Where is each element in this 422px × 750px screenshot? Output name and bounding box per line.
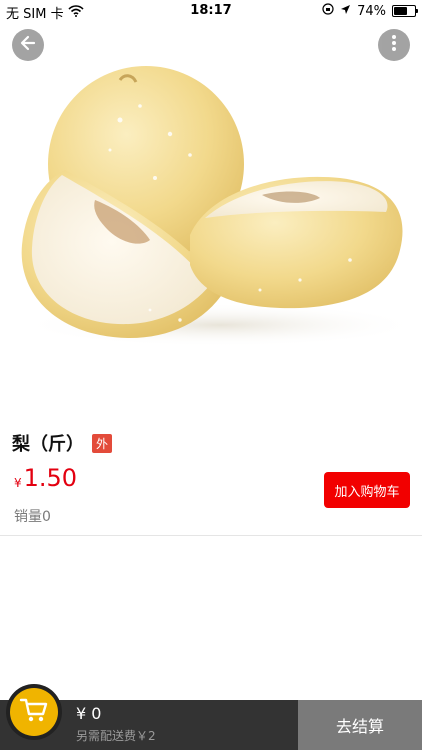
product-title-row: 梨（斤） 外 <box>12 430 113 456</box>
sales-count: 销量0 <box>14 509 51 525</box>
orientation-lock-icon <box>322 3 334 19</box>
add-to-cart-button[interactable]: 加入购物车 <box>324 472 410 508</box>
cart-button[interactable] <box>6 684 62 740</box>
checkout-button[interactable]: 去结算 <box>298 700 422 750</box>
more-button[interactable] <box>378 29 410 61</box>
product-tag: 外 <box>92 433 113 453</box>
divider <box>0 535 422 536</box>
product-image <box>0 60 422 380</box>
shopping-cart-icon <box>19 697 49 727</box>
product-price: ¥ 1.50 <box>14 464 77 492</box>
cart-total: ¥ 0 <box>76 704 102 723</box>
more-vertical-icon <box>391 34 397 56</box>
currency-symbol: ¥ <box>14 476 22 490</box>
status-bar: 无 SIM 卡 18:17 74% <box>0 0 422 22</box>
back-arrow-icon <box>19 34 37 56</box>
location-arrow-icon <box>340 4 351 19</box>
cart-bar: ¥ 0 另需配送费￥2 去结算 <box>0 684 422 750</box>
status-right: 74% <box>322 3 418 19</box>
battery-percent: 74% <box>357 3 386 19</box>
product-name: 梨（斤） <box>12 434 84 455</box>
battery-icon <box>392 5 418 17</box>
price-value: 1.50 <box>23 464 78 492</box>
cart-icon-bg <box>10 688 58 736</box>
back-button[interactable] <box>12 29 44 61</box>
delivery-fee: 另需配送费￥2 <box>76 729 156 743</box>
battery-fill <box>394 7 407 15</box>
